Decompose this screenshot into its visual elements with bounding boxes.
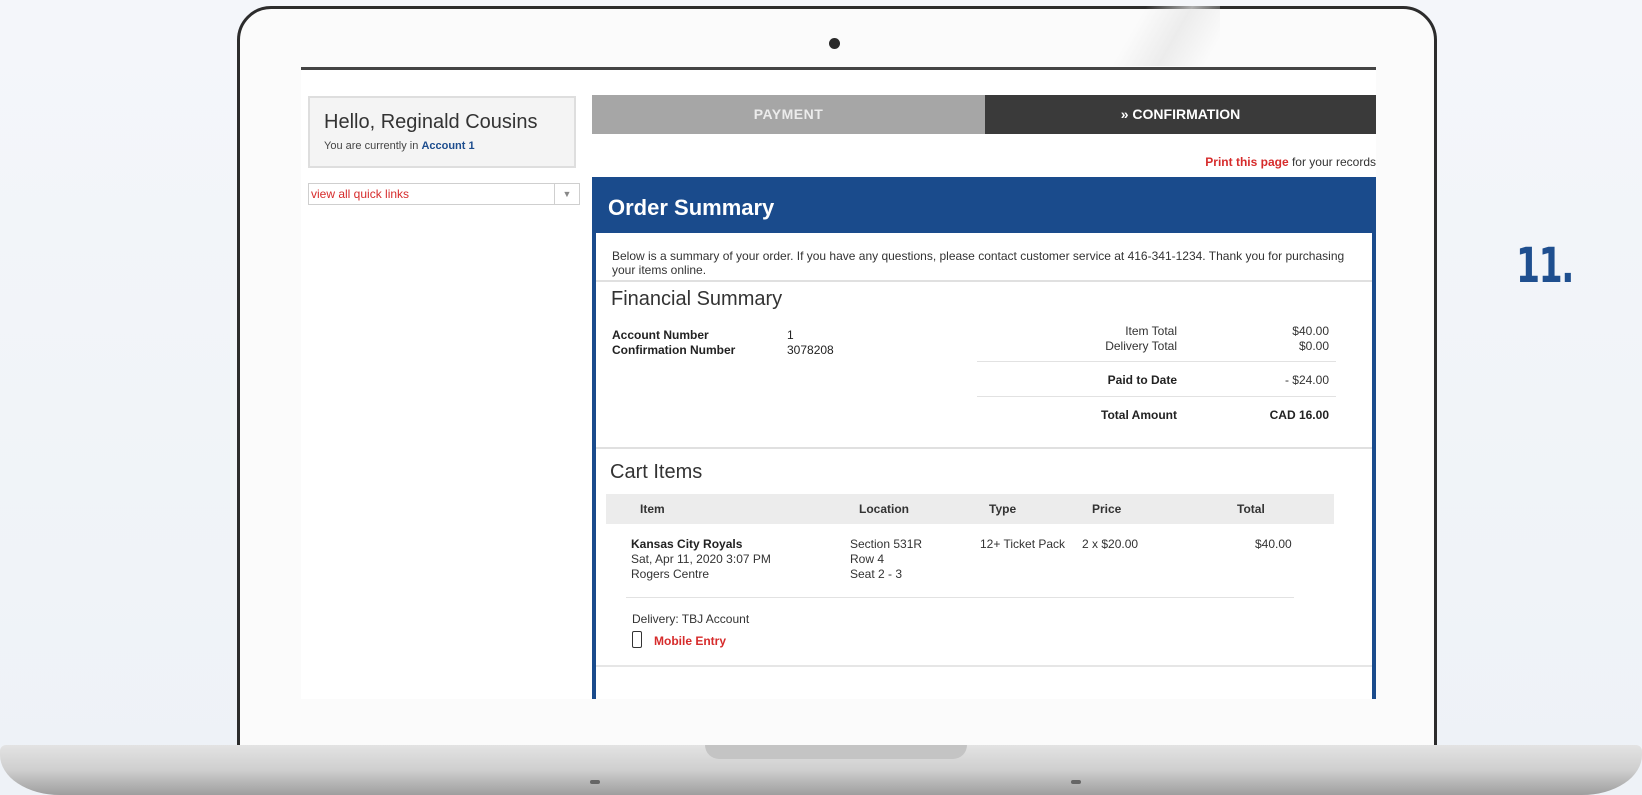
screen-edge (301, 67, 1376, 70)
delivery-method: Delivery: TBJ Account (632, 612, 750, 626)
item-total-value: $40.00 (1292, 324, 1329, 338)
confirmation-number-label: Confirmation Number (612, 343, 736, 357)
cart-table-header: Item Location Type Price Total (606, 494, 1334, 524)
screen: Hello, Reginald Cousins You are currentl… (301, 67, 1376, 699)
order-title: Order Summary (608, 195, 775, 220)
divider (977, 361, 1336, 362)
event-name: Kansas City Royals (631, 537, 743, 551)
delivery-total-label: Delivery Total (1105, 339, 1177, 353)
cart-price-cell: 2 x $20.00 (1082, 537, 1139, 551)
financial-labels: Account Number Confirmation Number (612, 328, 735, 358)
mobile-phone-icon (632, 631, 642, 648)
event-venue: Rogers Centre (631, 567, 710, 581)
step-number: 11. (1516, 238, 1574, 294)
cart-type-cell: 12+ Ticket Pack (980, 537, 1066, 551)
divider (596, 665, 1372, 667)
financial-summary-title: Financial Summary (611, 288, 783, 310)
seat-numbers: Seat 2 - 3 (850, 567, 903, 581)
print-page-link[interactable]: Print this page (1205, 155, 1288, 169)
cart-item-cell: Kansas City Royals Sat, Apr 11, 2020 3:0… (631, 537, 771, 582)
paid-to-date-label: Paid to Date (1107, 373, 1177, 387)
paid-to-date-value: - $24.00 (1284, 373, 1329, 387)
order-header: Order Summary (596, 181, 1372, 233)
tab-payment[interactable]: PAYMENT (592, 95, 985, 134)
seat-row: Row 4 (850, 552, 885, 566)
item-total-label: Item Total (1125, 324, 1177, 338)
account-indicator: You are currently in Account 1 (324, 140, 475, 152)
col-type: Type (989, 502, 1017, 516)
quicklinks-dropdown[interactable]: view all quick links ▼ (308, 183, 580, 205)
bezel-shine (1100, 6, 1220, 66)
event-datetime: Sat, Apr 11, 2020 3:07 PM (631, 552, 771, 566)
total-amount-label: Total Amount (1101, 408, 1177, 422)
order-summary-panel: Order Summary Below is a summary of your… (592, 177, 1376, 699)
print-suffix: for your records (1288, 155, 1376, 169)
cart-items-title: Cart Items (610, 461, 703, 483)
greeting-box: Hello, Reginald Cousins You are currentl… (308, 96, 576, 168)
camera-icon (829, 38, 840, 49)
laptop-foot (1071, 780, 1081, 784)
cart-location-cell: Section 531R Row 4 Seat 2 - 3 (850, 537, 922, 582)
laptop-hinge-notch (705, 745, 967, 759)
print-line: Print this page for your records (1205, 155, 1376, 169)
delivery-total-value: $0.00 (1298, 339, 1329, 353)
col-price: Price (1092, 502, 1122, 516)
total-amount-value: CAD 16.00 (1269, 408, 1329, 422)
quicklinks-label: view all quick links (311, 187, 410, 201)
order-intro: Below is a summary of your order. If you… (612, 249, 1345, 277)
account-number-value: 1 (787, 328, 794, 342)
tab-confirmation[interactable]: » CONFIRMATION (985, 95, 1376, 134)
cart-total-cell: $40.00 (1255, 537, 1292, 551)
account-prefix: You are currently in (324, 140, 419, 152)
greeting-title: Hello, Reginald Cousins (324, 111, 538, 133)
laptop-foot (590, 780, 600, 784)
account-link[interactable]: Account 1 (421, 140, 474, 152)
chevron-down-icon[interactable]: ▼ (554, 184, 579, 204)
account-number-label: Account Number (612, 328, 709, 342)
divider (596, 280, 1372, 282)
col-item: Item (640, 502, 665, 516)
divider (596, 447, 1372, 449)
seat-section: Section 531R (850, 537, 923, 551)
mobile-entry-link[interactable]: Mobile Entry (654, 634, 726, 648)
col-total: Total (1237, 502, 1265, 516)
divider (977, 396, 1336, 397)
col-location: Location (859, 502, 909, 516)
confirmation-number-value: 3078208 (787, 343, 834, 357)
divider (626, 597, 1294, 598)
financial-values: 1 3078208 (787, 328, 834, 358)
